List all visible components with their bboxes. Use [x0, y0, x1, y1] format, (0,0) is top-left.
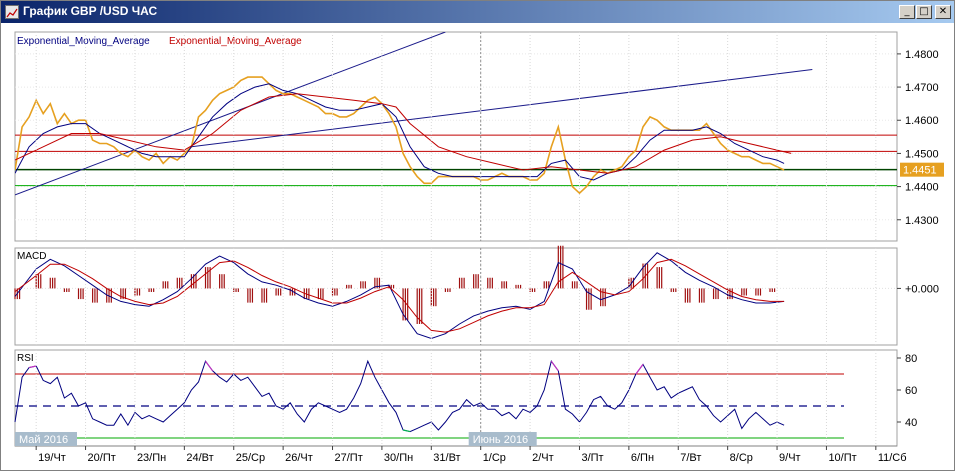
macd-panel: +0.000 MACD — [14, 245, 939, 346]
price-tick-label: 1.4600 — [905, 115, 939, 127]
price-tick-label: 1.4800 — [905, 49, 939, 61]
chart-window: График GBP /USD ЧАС _ □ ✕ 1.4300 1.4400 1.… — [0, 0, 955, 471]
title-bar[interactable]: График GBP /USD ЧАС _ □ ✕ — [1, 1, 954, 23]
rsi-tick-label: 40 — [905, 417, 917, 429]
price-panel: 1.4300 1.4400 1.4500 1.4600 1.4700 1.4800 Expo… — [14, 31, 944, 242]
date-tick-label: 9/Чт — [779, 452, 801, 464]
date-tick-label: 20/Пт — [88, 452, 116, 464]
legend-ema-slow: Exponential_Moving_Average — [169, 36, 302, 47]
rsi-tick-label: 80 — [905, 353, 917, 365]
macd-plot-area — [14, 247, 898, 346]
date-tick-label: 6/Пн — [631, 452, 654, 464]
date-tick-label: 19/Чт — [38, 452, 66, 464]
price-tick-label: 1.4300 — [905, 215, 939, 227]
legend-ema-fast: Exponential_Moving_Average — [17, 36, 150, 47]
date-tick-label: 23/Пн — [137, 452, 166, 464]
price-tick-label: 1.4400 — [905, 182, 939, 194]
date-tick-label: 8/Ср — [730, 452, 753, 464]
date-tick-label: 2/Чт — [532, 452, 554, 464]
price-plot-area — [14, 31, 898, 242]
close-button[interactable]: ✕ — [935, 5, 951, 19]
macd-tick-label: +0.000 — [905, 283, 939, 295]
macd-title: MACD — [17, 251, 46, 262]
chart-app-icon — [5, 5, 19, 19]
month-label: Июнь 2016 — [473, 434, 529, 446]
date-tick-label: 25/Ср — [236, 452, 265, 464]
rsi-tick-label: 60 — [905, 385, 917, 397]
date-tick-label: 24/Вт — [186, 452, 213, 464]
current-price-label: 1.4451 — [903, 165, 937, 177]
price-tick-label: 1.4700 — [905, 82, 939, 94]
price-tick-label: 1.4500 — [905, 148, 939, 160]
date-tick-label: 7/Вт — [680, 452, 701, 464]
date-tick-label: 1/Ср — [483, 452, 506, 464]
window-title: График GBP /USD ЧАС — [23, 4, 158, 18]
date-tick-label: 26/Чт — [285, 452, 313, 464]
rsi-title: RSI — [17, 353, 34, 364]
month-label: Май 2016 — [19, 434, 68, 446]
price-chart[interactable]: 1.4300 1.4400 1.4500 1.4600 1.4700 1.4800 Expo… — [1, 24, 954, 470]
rsi-panel: 40 60 80 RSI — [14, 349, 917, 447]
date-tick-label: 31/Вт — [433, 452, 460, 464]
maximize-button[interactable]: □ — [916, 5, 932, 19]
date-tick-label: 3/Пт — [581, 452, 603, 464]
minimize-button[interactable]: _ — [899, 5, 915, 19]
rsi-plot-area — [14, 349, 898, 447]
date-tick-label: 11/Сб — [878, 452, 907, 464]
date-tick-label: 30/Пн — [384, 452, 413, 464]
date-tick-label: 27/Пт — [335, 452, 363, 464]
date-tick-label: 10/Пт — [828, 452, 856, 464]
